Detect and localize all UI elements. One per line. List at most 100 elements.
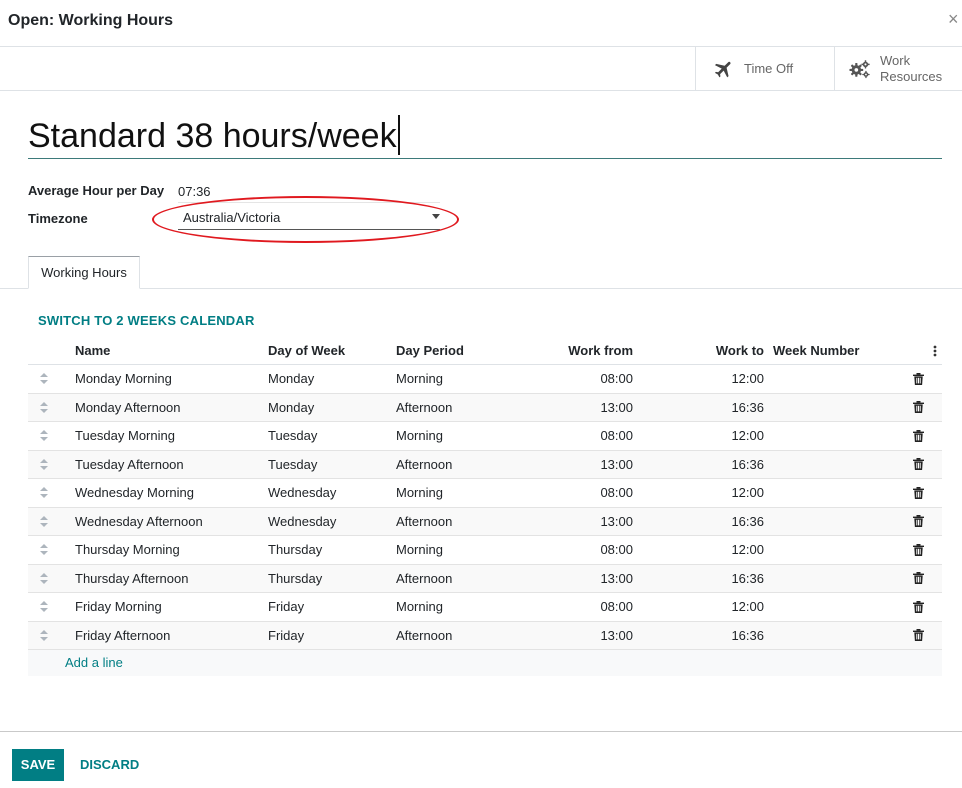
trash-icon[interactable] xyxy=(910,622,926,650)
cell-work-to: 12:00 xyxy=(731,599,764,615)
drag-handle-icon[interactable] xyxy=(38,508,50,536)
cell-day-period: Afternoon xyxy=(396,570,453,586)
cell-work-from: 08:00 xyxy=(600,542,633,558)
dialog-title: Open: Working Hours xyxy=(8,12,174,29)
cell-name: Tuesday Morning xyxy=(75,428,175,444)
cell-work-to: 16:36 xyxy=(731,627,764,643)
drag-handle-icon[interactable] xyxy=(38,565,50,593)
cell-name: Wednesday Morning xyxy=(75,485,194,501)
discard-button[interactable]: DISCARD xyxy=(80,749,139,781)
drag-handle-icon[interactable] xyxy=(38,422,50,450)
cell-name: Friday Morning xyxy=(75,599,162,615)
working-hours-table: Name Day of Week Day Period Work from Wo… xyxy=(28,337,942,676)
table-row[interactable]: Friday Morning Friday Morning 08:00 12:0… xyxy=(28,593,942,622)
timezone-value: Australia/Victoria xyxy=(183,210,281,225)
cell-work-from: 13:00 xyxy=(600,456,633,472)
avg-hour-field[interactable]: 07:36 xyxy=(178,184,211,199)
drag-handle-icon[interactable] xyxy=(38,451,50,479)
time-off-label: Time Off xyxy=(744,60,794,76)
cell-work-from: 08:00 xyxy=(600,599,633,615)
cell-day-of-week: Tuesday xyxy=(268,428,318,444)
table-row[interactable]: Tuesday Morning Tuesday Morning 08:00 12… xyxy=(28,422,942,451)
calendar-name-text: Standard 38 hours/week xyxy=(28,117,397,155)
cell-day-period: Afternoon xyxy=(396,627,453,643)
cell-work-to: 12:00 xyxy=(731,485,764,501)
work-resources-button[interactable]: Work Resources xyxy=(834,47,962,90)
drag-handle-icon[interactable] xyxy=(38,479,50,507)
drag-handle-icon[interactable] xyxy=(38,536,50,564)
cell-work-from: 13:00 xyxy=(600,570,633,586)
col-header-week-number[interactable]: Week Number xyxy=(773,337,859,364)
drag-handle-icon[interactable] xyxy=(38,593,50,621)
trash-icon[interactable] xyxy=(910,394,926,422)
drag-handle-icon[interactable] xyxy=(38,622,50,650)
table-row[interactable]: Thursday Morning Thursday Morning 08:00 … xyxy=(28,536,942,565)
cell-work-from: 13:00 xyxy=(600,399,633,415)
col-header-work-from[interactable]: Work from xyxy=(508,337,633,364)
table-row[interactable]: Wednesday Morning Wednesday Morning 08:0… xyxy=(28,479,942,508)
cell-day-of-week: Thursday xyxy=(268,570,323,586)
timezone-label: Timezone xyxy=(28,211,88,226)
cell-work-to: 16:36 xyxy=(731,456,764,472)
table-row[interactable]: Friday Afternoon Friday Afternoon 13:00 … xyxy=(28,621,942,650)
cell-day-period: Morning xyxy=(396,599,443,615)
add-line-link[interactable]: Add a line xyxy=(65,655,123,670)
save-button[interactable]: SAVE xyxy=(12,749,64,781)
trash-icon[interactable] xyxy=(910,422,926,450)
work-resources-label-line1: Work xyxy=(880,52,911,68)
cell-day-of-week: Wednesday xyxy=(268,513,337,529)
col-header-work-to[interactable]: Work to xyxy=(638,337,764,364)
table-row[interactable]: Monday Afternoon Monday Afternoon 13:00 … xyxy=(28,393,942,422)
close-icon[interactable]: × xyxy=(948,9,962,29)
cell-name: Friday Afternoon xyxy=(75,627,171,643)
table-row[interactable]: Thursday Afternoon Thursday Afternoon 13… xyxy=(28,564,942,593)
tabs-divider xyxy=(0,288,962,289)
drag-handle-icon[interactable] xyxy=(38,365,50,393)
cell-name: Monday Morning xyxy=(75,371,172,387)
cell-day-of-week: Thursday xyxy=(268,542,323,558)
cell-work-to: 16:36 xyxy=(731,513,764,529)
trash-icon[interactable] xyxy=(910,508,926,536)
trash-icon[interactable] xyxy=(910,593,926,621)
calendar-name-input[interactable]: Standard 38 hours/week xyxy=(28,113,942,159)
trash-icon[interactable] xyxy=(910,451,926,479)
table-row[interactable]: Tuesday Afternoon Tuesday Afternoon 13:0… xyxy=(28,450,942,479)
text-cursor xyxy=(397,115,400,155)
col-header-name[interactable]: Name xyxy=(75,337,110,364)
cell-day-of-week: Wednesday xyxy=(268,485,337,501)
cell-work-from: 13:00 xyxy=(600,513,633,529)
cell-day-period: Morning xyxy=(396,485,443,501)
time-off-button[interactable]: Time Off xyxy=(695,47,835,90)
cell-day-of-week: Friday xyxy=(268,627,305,643)
smart-button-box: Time Off Work Resources xyxy=(0,47,962,91)
cell-work-to: 16:36 xyxy=(731,570,764,586)
table-header-row: Name Day of Week Day Period Work from Wo… xyxy=(28,337,942,365)
trash-icon[interactable] xyxy=(910,365,926,393)
trash-icon[interactable] xyxy=(910,536,926,564)
cell-name: Thursday Afternoon xyxy=(75,570,189,586)
cell-work-to: 12:00 xyxy=(731,542,764,558)
col-header-day-of-week[interactable]: Day of Week xyxy=(268,337,345,364)
cell-work-to: 12:00 xyxy=(731,428,764,444)
tab-working-hours[interactable]: Working Hours xyxy=(28,256,140,289)
switch-to-2-weeks-link[interactable]: SWITCH TO 2 WEEKS CALENDAR xyxy=(38,313,255,328)
cell-day-period: Afternoon xyxy=(396,399,453,415)
cell-name: Thursday Morning xyxy=(75,542,180,558)
table-row[interactable]: Wednesday Afternoon Wednesday Afternoon … xyxy=(28,507,942,536)
dialog-footer: SAVE DISCARD xyxy=(0,731,962,788)
trash-icon[interactable] xyxy=(910,479,926,507)
cell-day-of-week: Monday xyxy=(268,399,315,415)
optional-columns-icon[interactable] xyxy=(930,337,940,364)
timezone-select[interactable]: Australia/Victoria xyxy=(178,208,440,230)
cell-work-to: 12:00 xyxy=(731,371,764,387)
table-body: Monday Morning Monday Morning 08:00 12:0… xyxy=(28,365,942,650)
work-resources-label: Work Resources xyxy=(880,53,942,85)
drag-handle-icon[interactable] xyxy=(38,394,50,422)
cell-name: Wednesday Afternoon xyxy=(75,513,203,529)
cell-day-period: Afternoon xyxy=(396,456,453,472)
trash-icon[interactable] xyxy=(910,565,926,593)
cell-work-from: 08:00 xyxy=(600,371,633,387)
table-row[interactable]: Monday Morning Monday Morning 08:00 12:0… xyxy=(28,365,942,394)
cell-day-period: Morning xyxy=(396,371,443,387)
col-header-day-period[interactable]: Day Period xyxy=(396,337,464,364)
